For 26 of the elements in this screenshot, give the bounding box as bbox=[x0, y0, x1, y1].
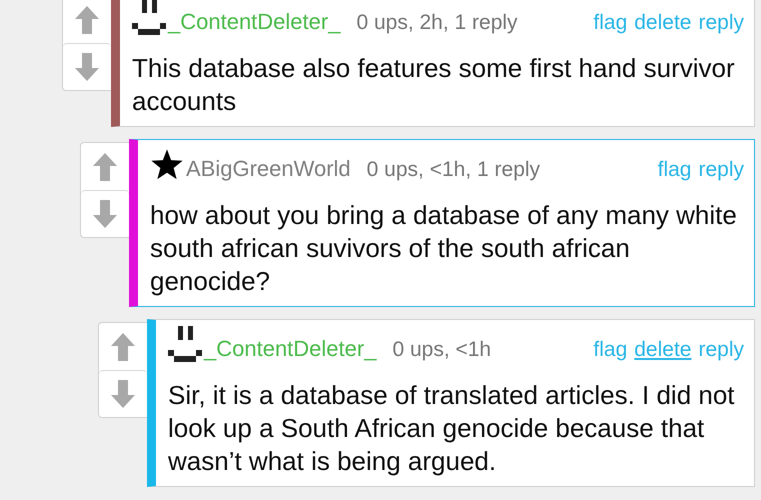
action-link[interactable]: delete bbox=[634, 11, 692, 35]
action-link[interactable]: flag bbox=[658, 158, 692, 182]
username[interactable]: _ContentDeleter_ bbox=[168, 9, 340, 35]
username[interactable]: ABigGreenWorld bbox=[186, 156, 351, 182]
pixel-face-icon bbox=[132, 0, 166, 35]
comment-text: Sir, it is a database of translated articles. I did not look up a South African genocide because that wasn’t what is being argued. bbox=[168, 379, 736, 478]
action-link[interactable]: delete bbox=[634, 338, 692, 362]
action-link[interactable]: reply bbox=[698, 338, 744, 362]
down-arrow-icon bbox=[74, 52, 100, 82]
comment-text: This database also features some first hand survivor accounts bbox=[132, 52, 736, 118]
action-link[interactable]: reply bbox=[698, 11, 744, 35]
username[interactable]: _ContentDeleter_ bbox=[204, 336, 376, 362]
comment-text: how about you bring a database of any many white south african suvivors of the south african genocide? bbox=[150, 199, 738, 298]
up-arrow-icon bbox=[74, 4, 100, 34]
up-arrow-icon bbox=[92, 152, 118, 182]
action-link[interactable]: flag bbox=[593, 338, 628, 362]
pixel-face-icon bbox=[168, 326, 202, 362]
comment-meta: 0 ups, <1h, 1 reply bbox=[366, 158, 540, 182]
star-icon bbox=[150, 148, 184, 182]
down-arrow-icon bbox=[110, 379, 136, 409]
down-arrow-icon bbox=[92, 199, 118, 229]
action-link[interactable]: flag bbox=[593, 11, 628, 35]
up-arrow-icon bbox=[110, 332, 136, 362]
comment-meta: 0 ups, 2h, 1 reply bbox=[356, 11, 518, 35]
action-link[interactable]: reply bbox=[698, 158, 744, 182]
comment-meta: 0 ups, <1h bbox=[392, 338, 492, 362]
